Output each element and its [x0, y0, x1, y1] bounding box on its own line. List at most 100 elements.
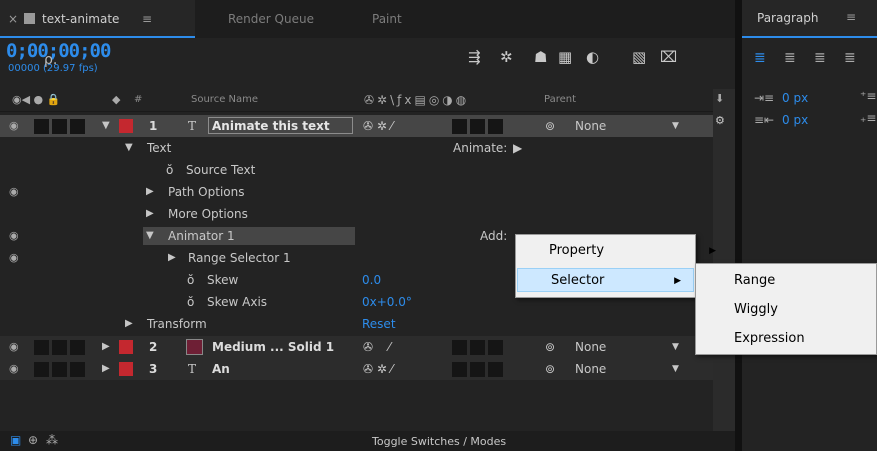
column-number[interactable]: # [134, 89, 142, 111]
pickwhip-icon[interactable]: ⊚ [545, 358, 555, 380]
stopwatch-icon[interactable]: ŏ [166, 159, 173, 181]
eye-icon[interactable]: ◉ [9, 358, 19, 380]
collapse-triangle-icon[interactable]: ▶ [146, 203, 154, 225]
property-path-options[interactable]: ◉ ▶ Path Options [0, 181, 713, 203]
expand-triangle-icon[interactable]: ▼ [146, 225, 154, 247]
collapse-triangle-icon[interactable]: ▶ [102, 336, 110, 358]
collapse-triangle-icon[interactable]: ▶ [102, 358, 110, 380]
layer-name[interactable]: Medium ... Solid 1 [212, 336, 334, 358]
menu-item-selector[interactable]: Selector ▶ [517, 268, 694, 292]
collapse-triangle-icon[interactable]: ▶ [125, 313, 133, 335]
expand-triangle-icon[interactable]: ▼ [125, 137, 133, 159]
layer-row-3[interactable]: ◉ ▶ 3 T An ✇ ✲ ⁄ ⊚ None ▼ [0, 358, 713, 380]
eye-icon[interactable]: ◉ [9, 247, 19, 269]
lock-toggle[interactable] [70, 340, 85, 355]
tab-menu-icon[interactable]: ≡ [846, 10, 856, 24]
layer-row-2[interactable]: ◉ ▶ 2 Medium ... Solid 1 ✇ ⁄ ⊚ None ▼ [0, 336, 713, 358]
menu-item-property[interactable]: Property ▶ [516, 239, 728, 263]
parent-select[interactable]: None [575, 115, 606, 137]
align-center-icon[interactable]: ≣ [784, 50, 796, 66]
solo-toggle[interactable] [52, 119, 67, 134]
property-transform[interactable]: ▶ Transform Reset [0, 313, 713, 335]
audio-toggle[interactable] [34, 362, 49, 377]
composition-mini-flowchart-icon[interactable]: ⇶ [468, 48, 481, 66]
toggle-switches-modes-button[interactable]: Toggle Switches / Modes [372, 435, 506, 448]
property-source-text[interactable]: ŏ Source Text [0, 159, 713, 181]
property-value[interactable]: 0.0 [362, 269, 381, 291]
solo-toggle[interactable] [52, 362, 67, 377]
frame-blending-icon[interactable]: ▦ [558, 48, 572, 66]
switch-icons[interactable]: ✇ ⁄ [363, 336, 390, 358]
solo-toggle[interactable] [52, 340, 67, 355]
property-more-options[interactable]: ▶ More Options [0, 203, 713, 225]
menu-item-wiggly[interactable]: Wiggly [696, 298, 877, 322]
pickwhip-icon[interactable]: ⊚ [545, 336, 555, 358]
collapse-triangle-icon[interactable]: ▶ [146, 181, 154, 203]
layer-bar-icon[interactable]: ⚙ [715, 114, 725, 127]
indent-left-value[interactable]: 0 px [782, 91, 808, 105]
paragraph-tab[interactable]: Paragraph ≡ [742, 0, 877, 38]
audio-toggle[interactable] [34, 119, 49, 134]
tab-composition[interactable]: × text-animate ≡ [0, 0, 195, 38]
switch-icons[interactable]: ✇ ✲ ⁄ [363, 358, 393, 380]
menu-item-range[interactable]: Range [696, 269, 877, 293]
menu-item-expression[interactable]: Expression [696, 327, 877, 351]
shy-layers-icon[interactable]: ☗ [534, 48, 547, 66]
expand-triangle-icon[interactable]: ▼ [102, 115, 110, 137]
column-parent[interactable]: Parent [544, 89, 576, 111]
property-text[interactable]: ▼ Text Animate: ▶ [0, 137, 713, 159]
switch-box[interactable] [470, 362, 485, 377]
brainstorm-icon[interactable]: ▧ [632, 48, 646, 66]
column-source-name[interactable]: Source Name [191, 89, 258, 111]
label-color[interactable] [119, 340, 133, 354]
chevron-down-icon[interactable]: ▼ [672, 115, 679, 137]
switch-box[interactable] [470, 340, 485, 355]
graph-editor-icon[interactable]: ⌧ [660, 48, 677, 66]
comp-button-icon[interactable]: ⬇ [715, 92, 724, 105]
chevron-down-icon[interactable]: ▼ [672, 358, 679, 380]
label-color[interactable] [119, 119, 133, 133]
switch-box[interactable] [488, 362, 503, 377]
layer-name[interactable]: An [212, 358, 230, 380]
eye-icon[interactable]: ◉ [9, 115, 19, 137]
eye-icon[interactable]: ◉ [9, 336, 19, 358]
lock-toggle[interactable] [70, 119, 85, 134]
motion-blur-icon[interactable]: ◐ [586, 48, 599, 66]
collapse-triangle-icon[interactable]: ▶ [168, 247, 176, 269]
switch-box[interactable] [452, 362, 467, 377]
tab-menu-icon[interactable]: ≡ [142, 0, 152, 38]
audio-toggle[interactable] [34, 340, 49, 355]
lock-toggle[interactable] [70, 362, 85, 377]
stopwatch-icon[interactable]: ŏ [187, 269, 194, 291]
search-icon[interactable]: ρ. [44, 52, 57, 68]
draft-3d-icon[interactable]: ✲ [500, 48, 513, 66]
switch-box[interactable] [488, 340, 503, 355]
panel-splitter[interactable] [735, 0, 742, 451]
transfer-controls-icon[interactable]: ⊕ [28, 433, 38, 447]
switch-box[interactable] [452, 340, 467, 355]
first-line-indent-value[interactable]: 0 px [782, 113, 808, 127]
align-right-icon[interactable]: ≣ [814, 50, 826, 66]
justify-icon[interactable]: ≣ [844, 50, 856, 66]
switch-box[interactable] [488, 119, 503, 134]
parent-select[interactable]: None [575, 336, 606, 358]
pickwhip-icon[interactable]: ⊚ [545, 115, 555, 137]
align-left-icon[interactable]: ≣ [754, 50, 766, 66]
switch-box[interactable] [470, 119, 485, 134]
timecode[interactable]: 0;00;00;00 [6, 40, 111, 62]
switch-icons[interactable]: ✇ ✲ ⁄ [363, 115, 393, 137]
eye-icon[interactable]: ◉ [9, 181, 19, 203]
add-label[interactable]: Add: [480, 225, 507, 247]
layer-name[interactable]: Animate this text [208, 117, 353, 134]
tab-paint[interactable]: Paint [372, 0, 402, 38]
in-out-icon[interactable]: ⁂ [46, 433, 58, 447]
parent-select[interactable]: None [575, 358, 606, 380]
property-value[interactable]: 0x+0.0° [362, 291, 412, 313]
chevron-down-icon[interactable]: ▼ [672, 336, 679, 358]
switch-box[interactable] [452, 119, 467, 134]
layer-row-1[interactable]: ◉ ▼ 1 T Animate this text ✇ ✲ ⁄ ⊚ None ▼ [0, 115, 713, 137]
animate-menu-icon[interactable]: ▶ [513, 137, 522, 159]
tab-render-queue[interactable]: Render Queue [228, 0, 314, 38]
layer-switches-icon[interactable]: ▣ [10, 433, 21, 447]
label-color[interactable] [119, 362, 133, 376]
